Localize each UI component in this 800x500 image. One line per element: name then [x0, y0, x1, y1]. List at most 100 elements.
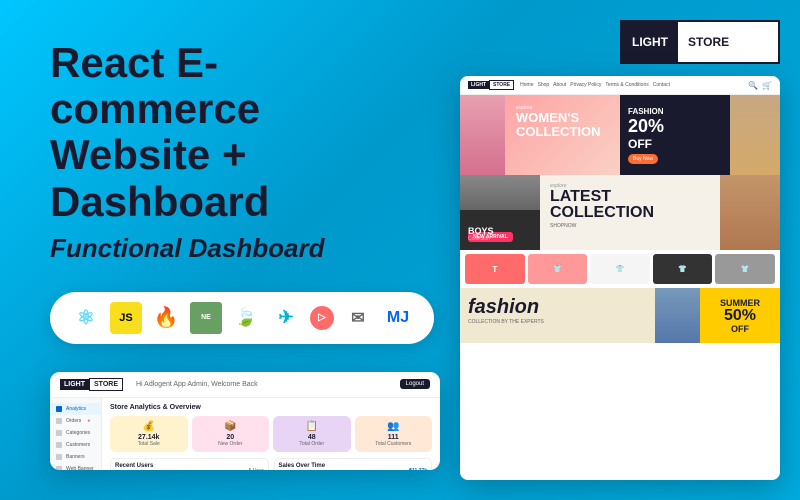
site-nav-icons: 🔍 🛒 — [748, 81, 772, 90]
summer-sale-banner: SUMMER 50% OFF — [700, 288, 780, 343]
sidebar-item-orders[interactable]: Orders ● — [50, 415, 101, 427]
website-preview: LIGHT STORE Home Shop About Privacy Poli… — [460, 76, 780, 480]
customers-icon: 👥 — [359, 421, 429, 432]
site-nav-links: Home Shop About Privacy Policy Terms & C… — [520, 82, 742, 88]
dash-welcome: Hi Adlogent App Admin, Welcome Back — [136, 381, 392, 388]
recent-users-chart: Recent Users Weekly Active Users 5 User — [110, 458, 269, 470]
search-nav-icon[interactable]: 🔍 — [748, 81, 758, 90]
react-icon: ⚛ — [70, 302, 102, 334]
product-thumb-2[interactable]: 👕 — [528, 254, 588, 284]
women-collection-title: WOMEN'S COLLECTION — [516, 111, 612, 140]
charts-row: Recent Users Weekly Active Users 5 User — [110, 458, 432, 470]
new-order-label: New Order — [196, 441, 266, 447]
dash-logout-button[interactable]: Logout — [400, 379, 430, 389]
logo-light-text: LIGHT — [622, 22, 678, 62]
sales-amount: ₹11.27k — [409, 468, 427, 470]
nav-terms[interactable]: Terms & Conditions — [605, 82, 648, 88]
mongodb-icon: 🍃 — [230, 302, 262, 334]
total-order-value: 48 — [277, 434, 347, 441]
banner-fashion: FASHION 20% OFF Buy Now — [620, 95, 780, 175]
nav-privacy[interactable]: Privacy Policy — [570, 82, 601, 88]
tech-badges: ⚛ JS 🔥 NE 🍃 ✈ ▷ ✉ MJ — [50, 292, 434, 344]
off-label: OFF — [628, 137, 772, 151]
sidebar-item-categories[interactable]: Categories — [50, 427, 101, 439]
total-sale-value: 27.14k — [114, 434, 184, 441]
banner-women: explore WOMEN'S COLLECTION — [460, 95, 620, 175]
fashion-bottom-sub: COLLECTION BY THE EXPERTS — [468, 319, 692, 325]
nav-about[interactable]: About — [553, 82, 566, 88]
sales-title: Sales Over Time — [279, 463, 326, 469]
fashion-discount: 20% — [628, 116, 772, 137]
clipboard-icon: 📋 — [277, 421, 347, 432]
money-icon: 💰 — [114, 421, 184, 432]
dash-section-title: Store Analytics & Overview — [110, 404, 432, 411]
product-thumb-5[interactable]: 👕 — [715, 254, 775, 284]
dash-logo-store: STORE — [89, 378, 123, 391]
latest-title: LATEST COLLECTION — [550, 189, 770, 221]
summer-text: SUMMER — [720, 298, 760, 308]
logo-box: LIGHT STORE — [620, 20, 780, 64]
boys-collection: Collection — [468, 236, 532, 242]
buy-now-button[interactable]: Buy Now — [628, 154, 658, 164]
boys-title: BOYS — [468, 227, 532, 236]
banner-boys: BOYS Collection NEW ARRIVAL — [460, 175, 540, 250]
left-panel: React E-commerce Website + Dashboard Fun… — [0, 0, 460, 500]
stat-card-new-order: 📦 20 New Order — [192, 416, 270, 452]
sales-chart: Sales Over Time Weekly Sales ₹11.27k — [274, 458, 433, 470]
sidebar-item-banners[interactable]: Banners — [50, 451, 101, 463]
sidebar-item-web-banner[interactable]: Web Banner — [50, 463, 101, 470]
right-panel: LIGHT STORE LIGHT STORE Home Shop About … — [460, 0, 800, 500]
summer-percent: 50% — [724, 308, 756, 324]
banner-latest: explore LATEST COLLECTION SHOPNOW — [540, 175, 780, 250]
customers-label: Total Customers — [359, 441, 429, 447]
dash-sidebar: Analytics Orders ● Categories Customers … — [50, 398, 102, 470]
new-order-value: 20 — [196, 434, 266, 441]
summer-banner: fashion COLLECTION BY THE EXPERTS SUMMER… — [460, 288, 780, 343]
fashion-label: FASHION — [628, 107, 772, 116]
logo-store-text: STORE — [678, 27, 739, 57]
product-thumb-1[interactable]: T — [465, 254, 525, 284]
nodejs-icon: NE — [190, 302, 222, 334]
site-nav-logo-light: STORE — [489, 80, 514, 90]
mj-icon: MJ — [382, 302, 414, 334]
fashion-bottom-text: fashion — [468, 296, 692, 319]
stats-grid: 💰 27.14k Total Sale 📦 20 New Order 📋 48 — [110, 416, 432, 452]
total-order-label: Total Order — [277, 441, 347, 447]
cart-nav-icon[interactable]: 🛒 — [762, 81, 772, 90]
dash-body: Analytics Orders ● Categories Customers … — [50, 398, 440, 470]
dash-logo-light: LIGHT — [60, 379, 89, 390]
javascript-icon: JS — [110, 302, 142, 334]
mail-icon: ✉ — [342, 302, 374, 334]
box-icon: 📦 — [196, 421, 266, 432]
main-container: React E-commerce Website + Dashboard Fun… — [0, 0, 800, 500]
send-icon: ✈ — [270, 302, 302, 334]
dash-main: Store Analytics & Overview 💰 27.14k Tota… — [102, 398, 440, 470]
total-sale-label: Total Sale — [114, 441, 184, 447]
banner-fashion-bottom: fashion COLLECTION BY THE EXPERTS — [460, 288, 700, 343]
nav-contact[interactable]: Contact — [653, 82, 670, 88]
site-content: explore WOMEN'S COLLECTION FASHION 20% — [460, 95, 780, 175]
firebase-icon: 🔥 — [150, 302, 182, 334]
second-row: BOYS Collection NEW ARRIVAL explore LATE… — [460, 175, 780, 250]
site-nav-logo: LIGHT STORE — [468, 80, 514, 90]
products-row: T 👕 👕 👕 👕 — [460, 250, 780, 288]
product-thumb-4[interactable]: 👕 — [653, 254, 713, 284]
dashboard-preview: LIGHT STORE Hi Adlogent App Admin, Welco… — [50, 372, 440, 470]
customers-value: 111 — [359, 434, 429, 441]
subtitle: Functional Dashboard — [50, 233, 420, 264]
recent-users-title: Recent Users — [115, 463, 160, 469]
site-nav: LIGHT STORE Home Shop About Privacy Poli… — [460, 76, 780, 95]
summer-off: OFF — [731, 324, 749, 334]
dash-logo: LIGHT STORE — [60, 378, 123, 391]
stat-card-customers: 👥 111 Total Customers — [355, 416, 433, 452]
shop-now-link[interactable]: SHOPNOW — [550, 223, 770, 229]
main-title: React E-commerce Website + Dashboard — [50, 40, 420, 225]
play-icon: ▷ — [310, 306, 334, 330]
nav-home[interactable]: Home — [520, 82, 533, 88]
sidebar-item-customers[interactable]: Customers — [50, 439, 101, 451]
stat-card-total-order: 📋 48 Total Order — [273, 416, 351, 452]
product-thumb-3[interactable]: 👕 — [590, 254, 650, 284]
sidebar-item-analytics[interactable]: Analytics — [50, 403, 101, 415]
user-count: 5 User — [249, 468, 264, 470]
nav-shop[interactable]: Shop — [537, 82, 549, 88]
